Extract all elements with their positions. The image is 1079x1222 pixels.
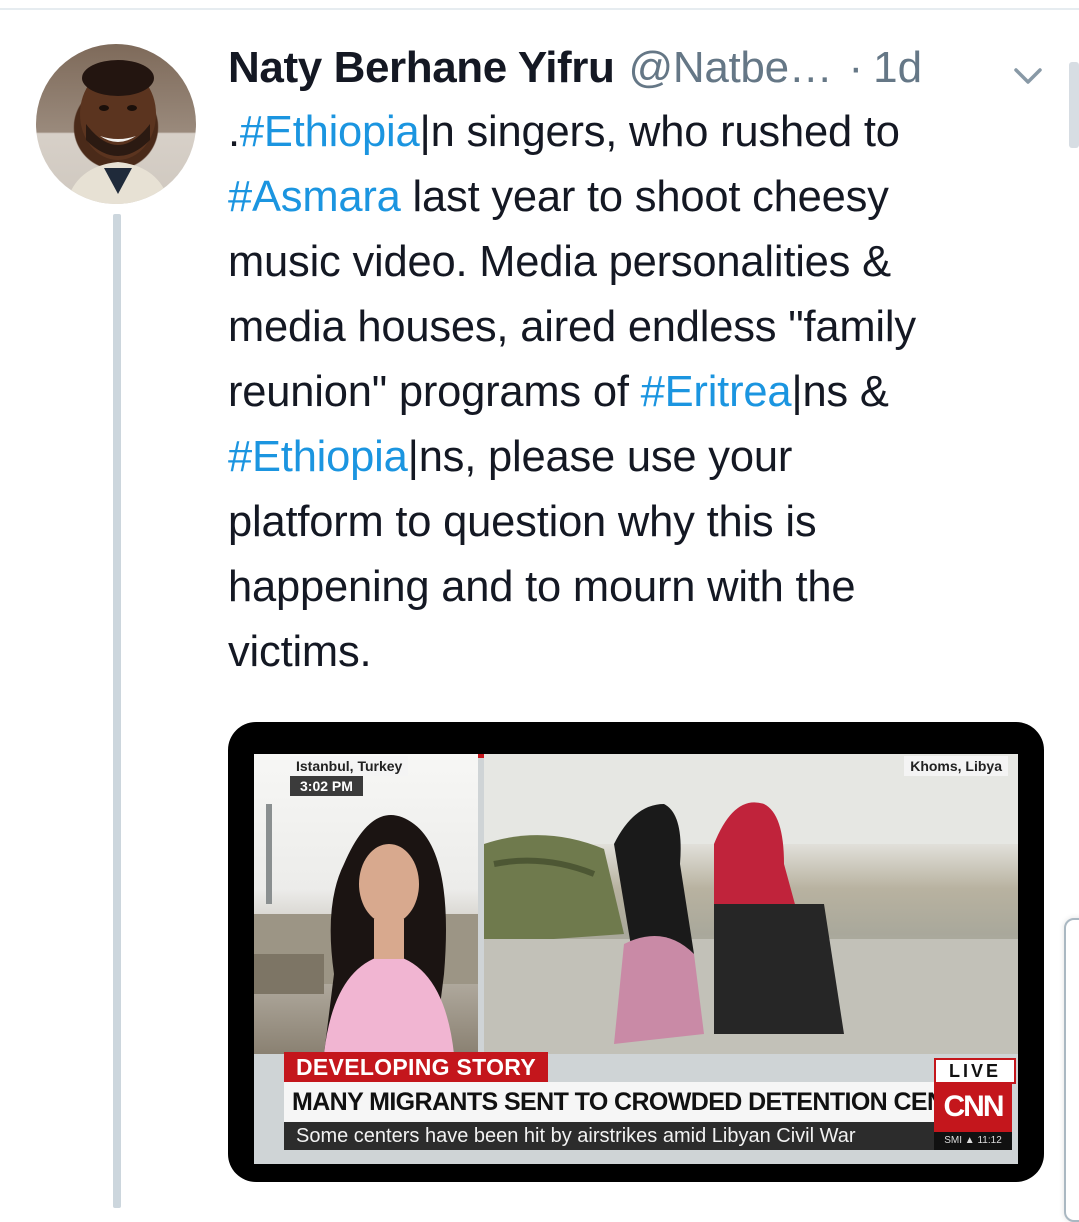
- location-right: Khoms, Libya: [904, 756, 1008, 776]
- tweet-text-segment: last year to shoot cheesy: [400, 173, 889, 221]
- author-handle[interactable]: @Natbe…: [628, 40, 832, 96]
- time-left: 3:02 PM: [290, 776, 363, 796]
- tweet-text: .#Ethiopia|n singers, who rushed to #Asma…: [228, 100, 1048, 685]
- tweet-text-line: .#Ethiopia|n singers, who rushed to: [228, 100, 1048, 165]
- tweet-text-segment: music video. Media personalities &: [228, 238, 891, 286]
- reporter-pane: [254, 754, 478, 1054]
- hashtag-link[interactable]: #Ethiopia: [228, 433, 408, 481]
- scene-pane: [484, 754, 1018, 1054]
- ticker: SMI ▲ 11:12: [934, 1132, 1012, 1150]
- tweet-text-line: platform to question why this is: [228, 490, 1048, 555]
- tweet-text-line: music video. Media personalities &: [228, 230, 1048, 295]
- tweet-text-line: #Asmara last year to shoot cheesy: [228, 165, 1048, 230]
- tweet-text-line: #Ethiopia|ns, please use your: [228, 425, 1048, 490]
- tweet-text-line: happening and to mourn with the: [228, 555, 1048, 620]
- reporter-image: [254, 804, 478, 1054]
- top-divider: [0, 8, 1079, 10]
- live-badge: LIVE: [934, 1058, 1016, 1084]
- tweet-text-segment: media houses, aired endless "family: [228, 303, 916, 351]
- thread-line: [113, 214, 121, 1208]
- video-frame[interactable]: Istanbul, Turkey 3:02 PM Khoms, Libya DE…: [254, 754, 1018, 1164]
- tweet-text-segment: reunion" programs of: [228, 368, 641, 416]
- developing-story-banner: DEVELOPING STORY: [284, 1052, 548, 1082]
- avatar-portrait: [66, 60, 170, 204]
- tweet-text-segment: |ns, please use your: [407, 433, 793, 481]
- tweet-text-segment: happening and to mourn with the: [228, 563, 856, 611]
- avatar[interactable]: [36, 44, 196, 204]
- network-logo: CNN: [934, 1082, 1012, 1132]
- tweet-text-line: media houses, aired endless "family: [228, 295, 1048, 360]
- tweet-header: Naty Berhane Yifru @Natbe… · 1d: [228, 40, 1048, 96]
- tweet-text-line: reunion" programs of #Eritrea|ns &: [228, 360, 1048, 425]
- tweet-text-line: victims.: [228, 620, 1048, 685]
- side-panel-edge[interactable]: [1064, 918, 1079, 1222]
- scrollbar-thumb[interactable]: [1069, 62, 1079, 148]
- tweet-text-segment: |n singers, who rushed to: [419, 108, 900, 156]
- tweet-text-segment: victims.: [228, 628, 372, 676]
- tweet-text-segment: |ns &: [791, 368, 889, 416]
- tweet-text-segment: platform to question why this is: [228, 498, 817, 546]
- separator-dot: ·: [848, 43, 864, 92]
- hashtag-link[interactable]: #Ethiopia: [240, 108, 420, 156]
- timestamp[interactable]: 1d: [873, 40, 922, 96]
- subheadline-bar: Some centers have been hit by airstrikes…: [284, 1122, 934, 1150]
- scene-image: [484, 754, 1018, 1054]
- hashtag-link[interactable]: #Asmara: [228, 173, 401, 221]
- media-card[interactable]: Istanbul, Turkey 3:02 PM Khoms, Libya DE…: [228, 722, 1044, 1182]
- hashtag-link[interactable]: #Eritrea: [641, 368, 792, 416]
- author-name[interactable]: Naty Berhane Yifru: [228, 40, 615, 96]
- location-left: Istanbul, Turkey: [290, 756, 409, 776]
- tweet-text-segment: .: [228, 108, 240, 156]
- chevron-down-icon[interactable]: [1010, 64, 1046, 88]
- headline-bar: MANY MIGRANTS SENT TO CROWDED DETENTION …: [284, 1082, 1009, 1122]
